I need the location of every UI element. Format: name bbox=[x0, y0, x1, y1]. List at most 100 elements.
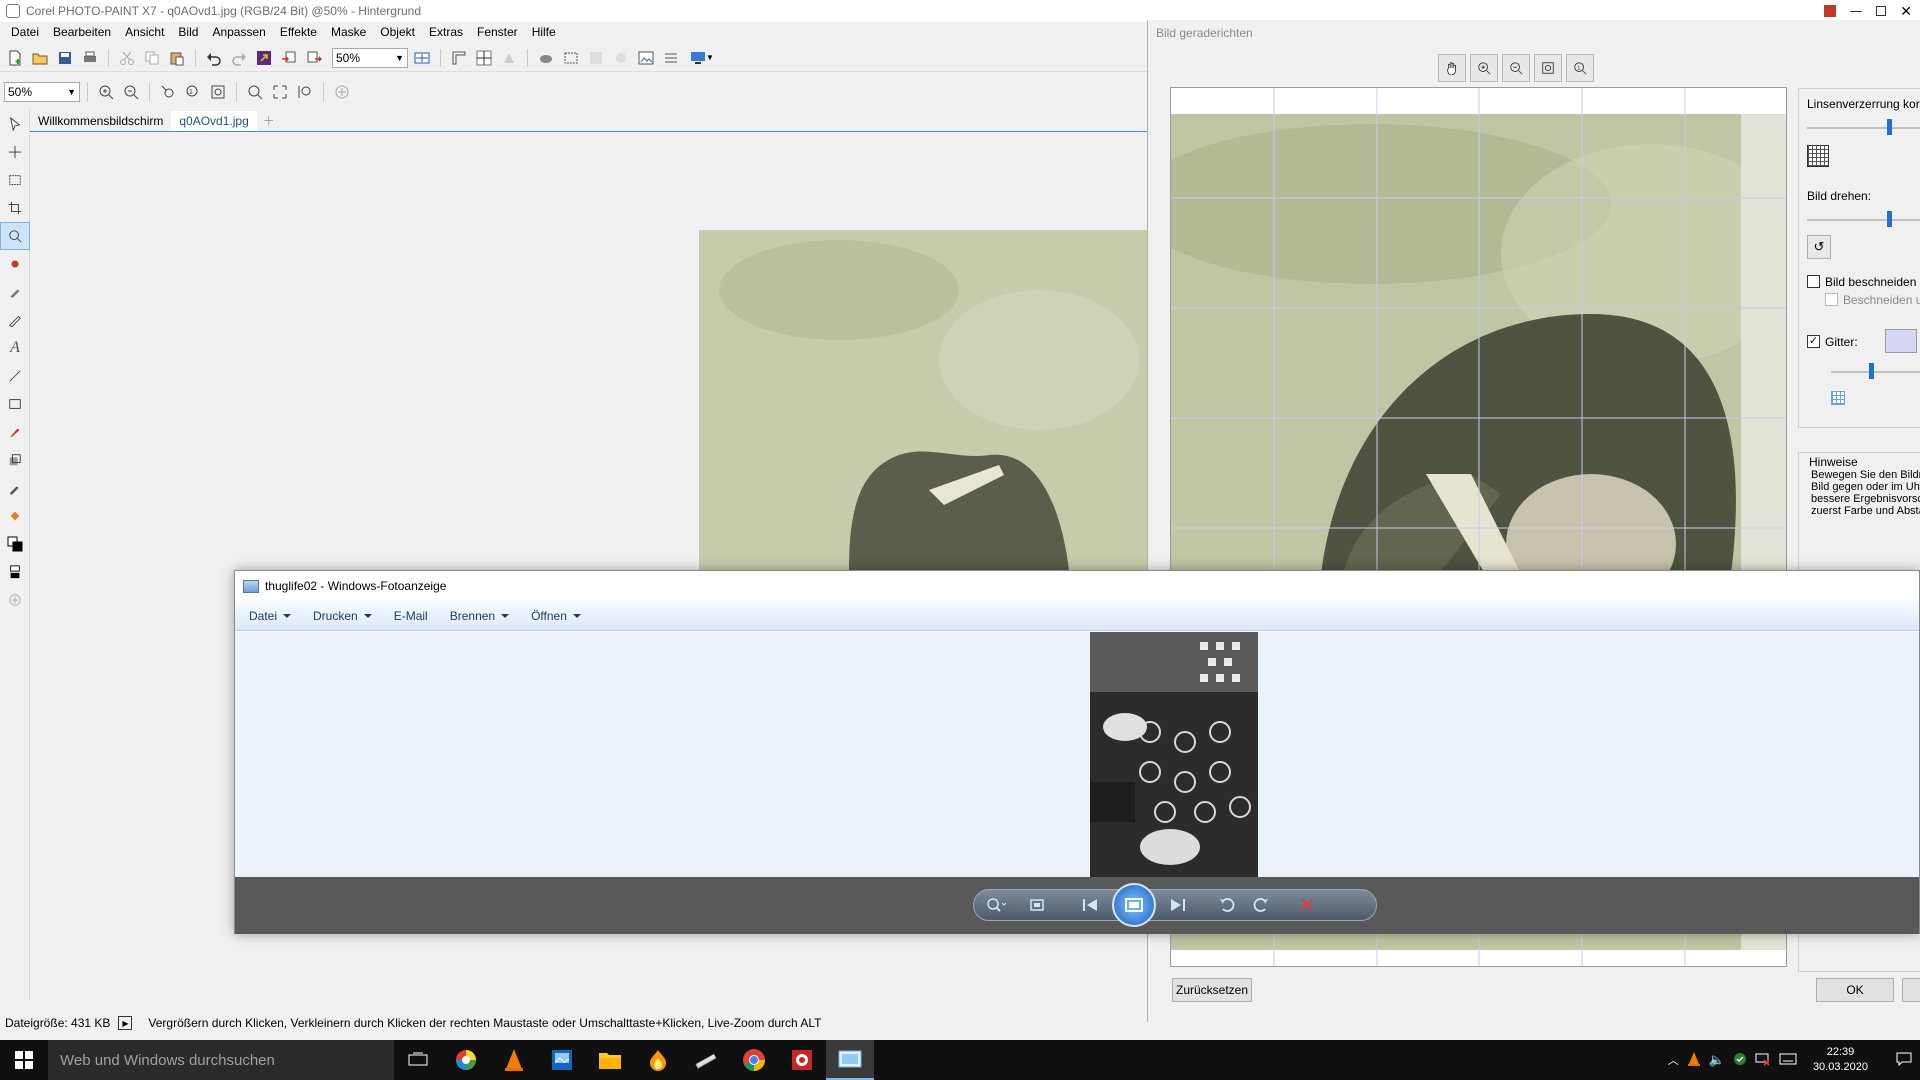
viewer-menu-datei[interactable]: Datei bbox=[249, 609, 292, 623]
taskbar-clock[interactable]: 22:39 30.03.2020 bbox=[1813, 1045, 1868, 1075]
image-adjust-icon[interactable] bbox=[635, 47, 657, 69]
zoom-to-fit-icon[interactable] bbox=[1534, 54, 1562, 82]
ok-button[interactable]: OK bbox=[1816, 978, 1894, 1002]
rotate-slider-thumb[interactable] bbox=[1887, 211, 1892, 227]
menu-hilfe[interactable]: Hilfe bbox=[525, 25, 563, 39]
import-icon[interactable] bbox=[278, 47, 300, 69]
zoom-page-icon[interactable] bbox=[269, 81, 291, 103]
zoom-in-icon[interactable] bbox=[1470, 54, 1498, 82]
guidelines-icon[interactable] bbox=[473, 47, 495, 69]
viewer-photo[interactable] bbox=[1090, 632, 1258, 877]
taskbar-search-box[interactable]: Web und Windows durchsuchen bbox=[48, 1040, 394, 1080]
hand-pan-icon[interactable] bbox=[1438, 54, 1466, 82]
eyedropper-tool-icon[interactable] bbox=[0, 474, 30, 502]
grid-size-slider-thumb[interactable] bbox=[1869, 363, 1874, 379]
user-icon[interactable] bbox=[1824, 5, 1837, 17]
move-tool-icon[interactable] bbox=[0, 138, 30, 166]
rectangle-mask-tool-icon[interactable] bbox=[0, 166, 30, 194]
save-icon[interactable] bbox=[54, 47, 76, 69]
rectangle-tool-icon[interactable] bbox=[0, 390, 30, 418]
tab-welcome-screen[interactable]: Willkommensbildschirm bbox=[30, 111, 171, 131]
maximize-icon[interactable] bbox=[1876, 6, 1887, 16]
windows-photo-viewer-icon[interactable] bbox=[826, 1040, 874, 1080]
menu-extras[interactable]: Extras bbox=[422, 25, 470, 39]
red-eye-tool-icon[interactable] bbox=[0, 250, 30, 278]
windows-start-icon[interactable] bbox=[0, 1040, 48, 1080]
reset-button[interactable]: Zurücksetzen bbox=[1172, 978, 1252, 1002]
menu-datei[interactable]: Datei bbox=[4, 25, 46, 39]
grid-size-slider-track[interactable] bbox=[1831, 371, 1920, 373]
menu-objekt[interactable]: Objekt bbox=[373, 25, 422, 39]
picasa-icon[interactable] bbox=[442, 1040, 490, 1080]
mask-mode-icon[interactable] bbox=[0, 558, 30, 586]
export-icon[interactable] bbox=[303, 47, 325, 69]
paint-tool-icon[interactable] bbox=[0, 418, 30, 446]
viewer-image-area[interactable] bbox=[235, 632, 1919, 877]
zoom-tool-icon[interactable] bbox=[0, 222, 30, 250]
launcher-icon[interactable]: ▼ bbox=[685, 47, 719, 69]
minimize-icon[interactable] bbox=[1850, 10, 1863, 12]
vlc-tray-icon[interactable] bbox=[1687, 1051, 1701, 1070]
rotate-reset-icon[interactable]: ↺ bbox=[1807, 235, 1831, 259]
print-icon[interactable] bbox=[79, 47, 101, 69]
pick-tool-icon[interactable] bbox=[0, 110, 30, 138]
cut-icon[interactable] bbox=[116, 47, 138, 69]
rotate-slider-track[interactable] bbox=[1807, 219, 1920, 221]
menu-effekte[interactable]: Effekte bbox=[273, 25, 324, 39]
menu-bild[interactable]: Bild bbox=[171, 25, 205, 39]
corel-connect-icon[interactable] bbox=[253, 47, 275, 69]
grid-color-swatch[interactable] bbox=[1885, 329, 1917, 353]
zoom-to-selection-icon[interactable] bbox=[157, 81, 179, 103]
object-icon[interactable] bbox=[585, 47, 607, 69]
lens-distortion-slider-thumb[interactable] bbox=[1887, 119, 1892, 135]
effect-tool-icon[interactable] bbox=[0, 446, 30, 474]
grid-preview-icon[interactable] bbox=[1807, 145, 1829, 167]
keyboard-icon[interactable] bbox=[1779, 1053, 1797, 1068]
previous-icon[interactable] bbox=[1074, 891, 1108, 919]
grid-checkbox[interactable]: ✓ bbox=[1807, 335, 1820, 348]
new-file-icon[interactable] bbox=[4, 47, 26, 69]
document-image[interactable] bbox=[699, 230, 1148, 570]
marquee-icon[interactable] bbox=[560, 47, 582, 69]
status-play-icon[interactable]: ▶ bbox=[118, 1016, 133, 1030]
undo-icon[interactable] bbox=[203, 47, 225, 69]
options-icon[interactable] bbox=[660, 47, 682, 69]
app-flame-icon[interactable] bbox=[634, 1040, 682, 1080]
rotate-counterclockwise-icon[interactable] bbox=[1210, 891, 1244, 919]
volume-icon[interactable]: 🔈 bbox=[1709, 1052, 1725, 1068]
add-tool-icon[interactable] bbox=[0, 586, 30, 614]
chrome-icon[interactable] bbox=[730, 1040, 778, 1080]
full-screen-preview-icon[interactable] bbox=[411, 47, 433, 69]
zoom-in-icon[interactable] bbox=[95, 81, 117, 103]
zoom-width-icon[interactable] bbox=[244, 81, 266, 103]
zoom-property-combo[interactable]: 50% ▼ bbox=[4, 82, 80, 102]
zoom-actual-icon[interactable]: 1 bbox=[1566, 54, 1594, 82]
zoom-to-fit-icon[interactable] bbox=[207, 81, 229, 103]
crop-checkbox[interactable] bbox=[1807, 275, 1820, 288]
touch-up-tool-icon[interactable] bbox=[0, 306, 30, 334]
rulers-icon[interactable] bbox=[448, 47, 470, 69]
snap-icon[interactable] bbox=[498, 47, 520, 69]
viewer-menu-brennen[interactable]: Brennen bbox=[450, 609, 510, 623]
zoom-out-icon[interactable] bbox=[120, 81, 142, 103]
rotate-clockwise-icon[interactable] bbox=[1244, 891, 1278, 919]
menu-anpassen[interactable]: Anpassen bbox=[205, 25, 272, 39]
zoom-out-icon[interactable] bbox=[1502, 54, 1530, 82]
menu-fenster[interactable]: Fenster bbox=[470, 25, 525, 39]
security-tray-icon[interactable] bbox=[1733, 1052, 1747, 1069]
paste-icon[interactable] bbox=[166, 47, 188, 69]
redo-icon[interactable] bbox=[228, 47, 250, 69]
line-tool-icon[interactable] bbox=[0, 362, 30, 390]
add-tab-icon[interactable]: ＋ bbox=[257, 110, 281, 131]
cancel-button[interactable] bbox=[1902, 978, 1920, 1002]
zoom-icon[interactable] bbox=[974, 891, 1020, 919]
clone-tool-icon[interactable] bbox=[0, 278, 30, 306]
slideshow-button[interactable] bbox=[1112, 883, 1156, 927]
tab-document[interactable]: q0AOvd1.jpg bbox=[171, 111, 257, 131]
photo-editor-icon[interactable] bbox=[538, 1040, 586, 1080]
open-file-icon[interactable] bbox=[29, 47, 51, 69]
text-tool-icon[interactable]: A bbox=[0, 334, 30, 362]
object-group-icon[interactable] bbox=[610, 47, 632, 69]
action-center-icon[interactable] bbox=[1896, 1052, 1912, 1069]
menu-ansicht[interactable]: Ansicht bbox=[118, 25, 171, 39]
